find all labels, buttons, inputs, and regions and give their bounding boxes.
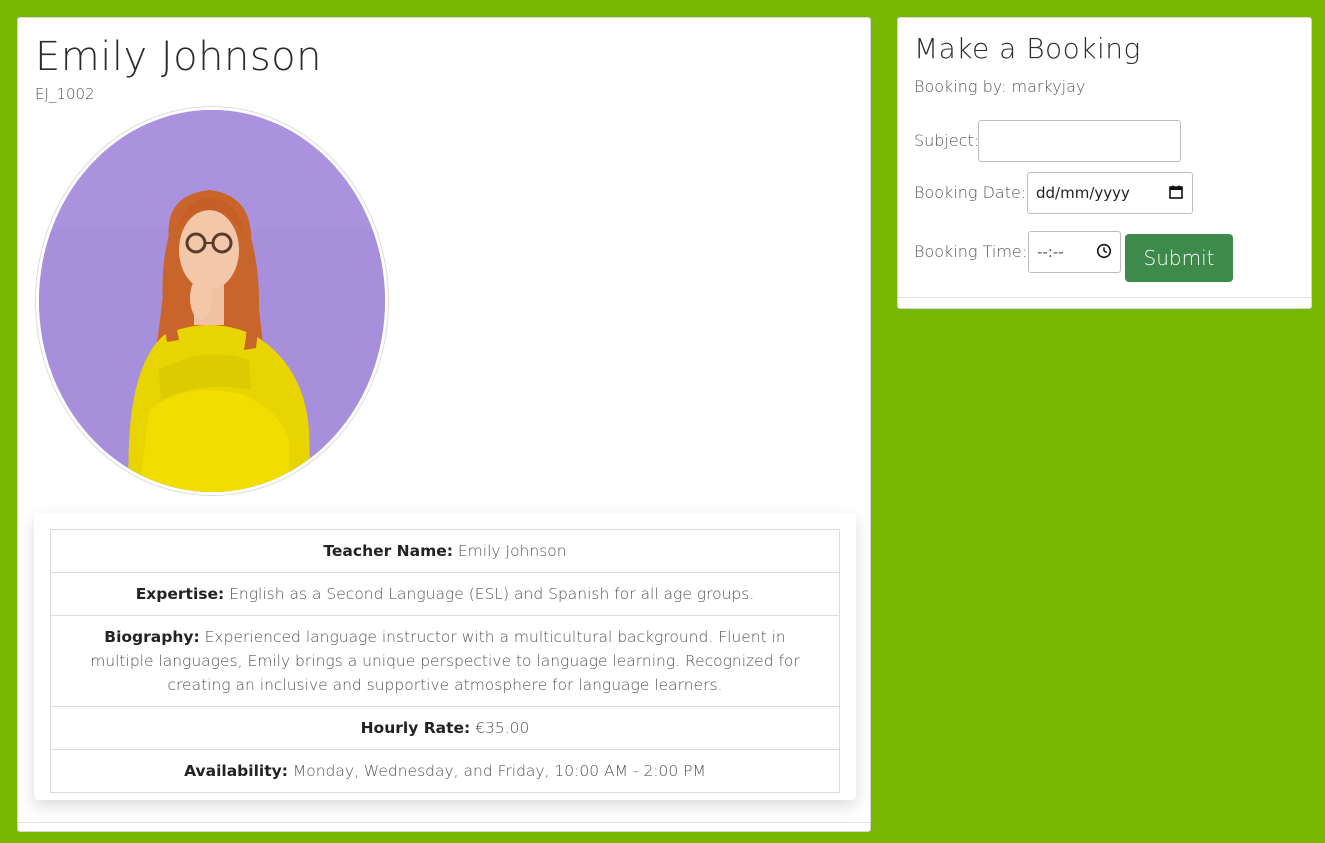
card-divider: [18, 822, 870, 823]
booking-date-label: Booking Date:: [914, 183, 1027, 202]
detail-label: Biography:: [104, 628, 200, 646]
teacher-code: EJ_1002: [35, 85, 95, 103]
table-row: Teacher Name: Emily Johnson: [50, 529, 840, 573]
subject-label: Subject:: [914, 131, 980, 150]
card-divider: [898, 297, 1311, 298]
detail-value: Emily Johnson: [457, 542, 567, 560]
biography-cell: Biography: Experienced language instruct…: [50, 615, 840, 707]
calendar-icon[interactable]: [1168, 184, 1184, 200]
detail-value: €35.00: [475, 719, 530, 737]
detail-label: Hourly Rate:: [360, 719, 471, 737]
detail-value: Monday, Wednesday, and Friday, 10:00 AM …: [292, 762, 706, 780]
booking-title: Make a Booking: [914, 32, 1141, 65]
detail-label: Expertise:: [135, 585, 225, 603]
booking-time-input[interactable]: --:--: [1028, 231, 1121, 273]
booking-by-text: Booking by: markyjay: [914, 77, 1086, 96]
booking-time-label: Booking Time:: [914, 242, 1028, 261]
teacher-details-table: Teacher Name: Emily Johnson Expertise: E…: [50, 529, 840, 793]
detail-label: Teacher Name:: [323, 542, 453, 560]
detail-label: Availability:: [184, 762, 288, 780]
booking-date-input[interactable]: dd/mm/yyyy: [1027, 172, 1193, 214]
teacher-details-panel: Teacher Name: Emily Johnson Expertise: E…: [34, 513, 856, 800]
detail-value: English as a Second Language (ESL) and S…: [229, 585, 755, 603]
teacher-name-heading: Emily Johnson: [35, 34, 322, 80]
table-row: Biography: Experienced language instruct…: [50, 615, 840, 707]
submit-button[interactable]: Submit: [1125, 234, 1233, 282]
teacher-avatar: [35, 106, 389, 496]
hourly-rate-cell: Hourly Rate: €35.00: [50, 706, 840, 750]
teacher-photo: [39, 110, 385, 492]
table-row: Expertise: English as a Second Language …: [50, 572, 840, 616]
time-placeholder: --:--: [1037, 243, 1064, 261]
table-row: Availability: Monday, Wednesday, and Fri…: [50, 749, 840, 793]
clock-icon[interactable]: [1096, 243, 1112, 259]
availability-cell: Availability: Monday, Wednesday, and Fri…: [50, 749, 840, 793]
expertise-cell: Expertise: English as a Second Language …: [50, 572, 840, 616]
teacher-profile-card: Emily Johnson EJ_1002 Teacher Name: Emil…: [17, 17, 871, 832]
subject-input[interactable]: [978, 120, 1181, 162]
booking-card: Make a Booking Booking by: markyjay Subj…: [897, 17, 1312, 309]
table-row: Hourly Rate: €35.00: [50, 706, 840, 750]
teacher-name-cell: Teacher Name: Emily Johnson: [50, 529, 840, 573]
date-placeholder: dd/mm/yyyy: [1036, 184, 1130, 202]
